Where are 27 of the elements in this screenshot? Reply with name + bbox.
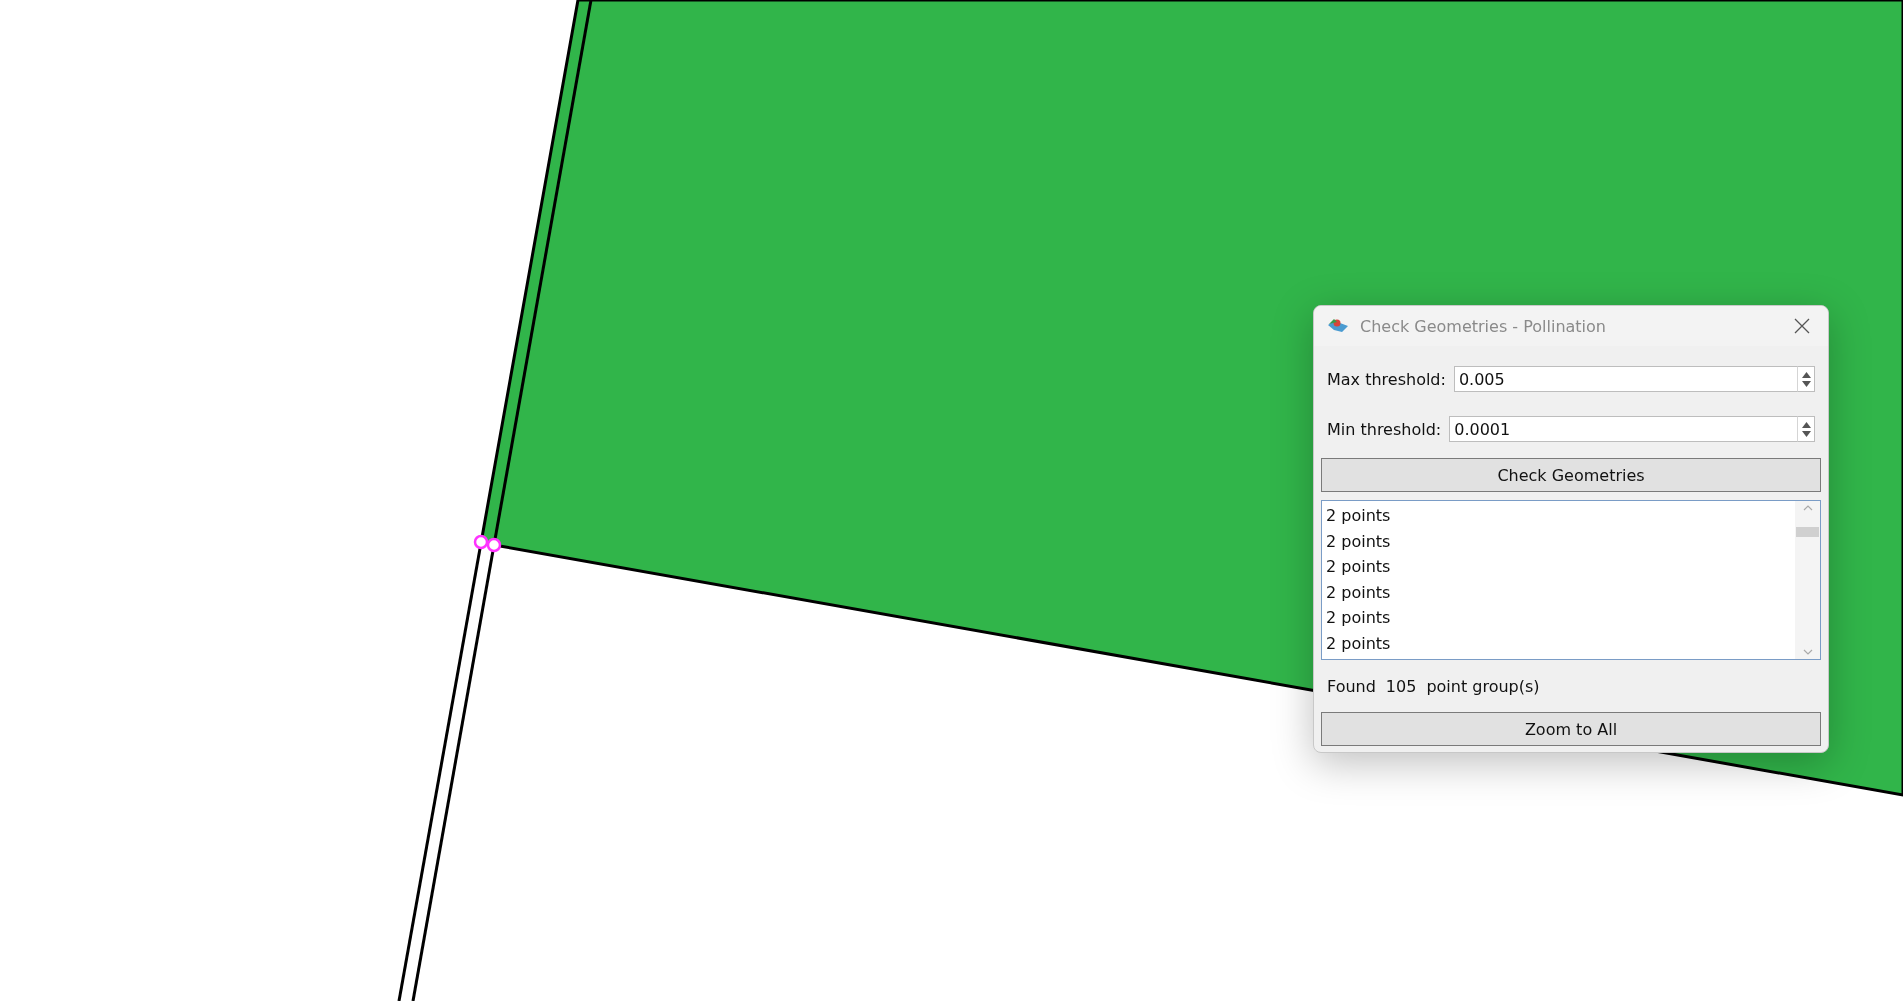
list-item[interactable]: 2 points: [1326, 605, 1791, 631]
found-count: 105: [1385, 676, 1417, 696]
list-item[interactable]: 2 points: [1326, 630, 1791, 656]
check-geometries-button[interactable]: Check Geometries: [1321, 458, 1821, 492]
field-label: Min threshold:: [1327, 419, 1442, 439]
scroll-thumb[interactable]: [1796, 527, 1819, 537]
up-arrow-icon[interactable]: [1801, 371, 1811, 378]
list-item[interactable]: 2 points: [1326, 503, 1791, 529]
zoom-to-all-button[interactable]: Zoom to All: [1321, 712, 1821, 746]
down-arrow-icon[interactable]: [1801, 430, 1811, 437]
close-icon: [1794, 318, 1810, 334]
field-label: Max threshold:: [1327, 369, 1446, 389]
number-field[interactable]: 0.0001: [1449, 416, 1797, 442]
down-arrow-icon[interactable]: [1801, 380, 1811, 387]
vertex-marker[interactable]: [486, 537, 502, 553]
vertex-marker[interactable]: [473, 534, 489, 550]
window-title: Check Geometries - Pollination: [1360, 316, 1607, 336]
spin-buttons[interactable]: [1797, 366, 1815, 392]
found-unit: point group(s): [1426, 676, 1540, 696]
number-field[interactable]: 0.005: [1453, 366, 1797, 392]
list-item[interactable]: 2 points: [1326, 554, 1791, 580]
spin-buttons[interactable]: [1797, 416, 1815, 442]
scrollbar[interactable]: [1795, 501, 1820, 659]
found-label: Found: [1327, 676, 1376, 696]
list-item[interactable]: 2 points: [1326, 579, 1791, 605]
up-arrow-icon[interactable]: [1801, 421, 1811, 428]
list-item[interactable]: 2 points: [1326, 528, 1791, 554]
